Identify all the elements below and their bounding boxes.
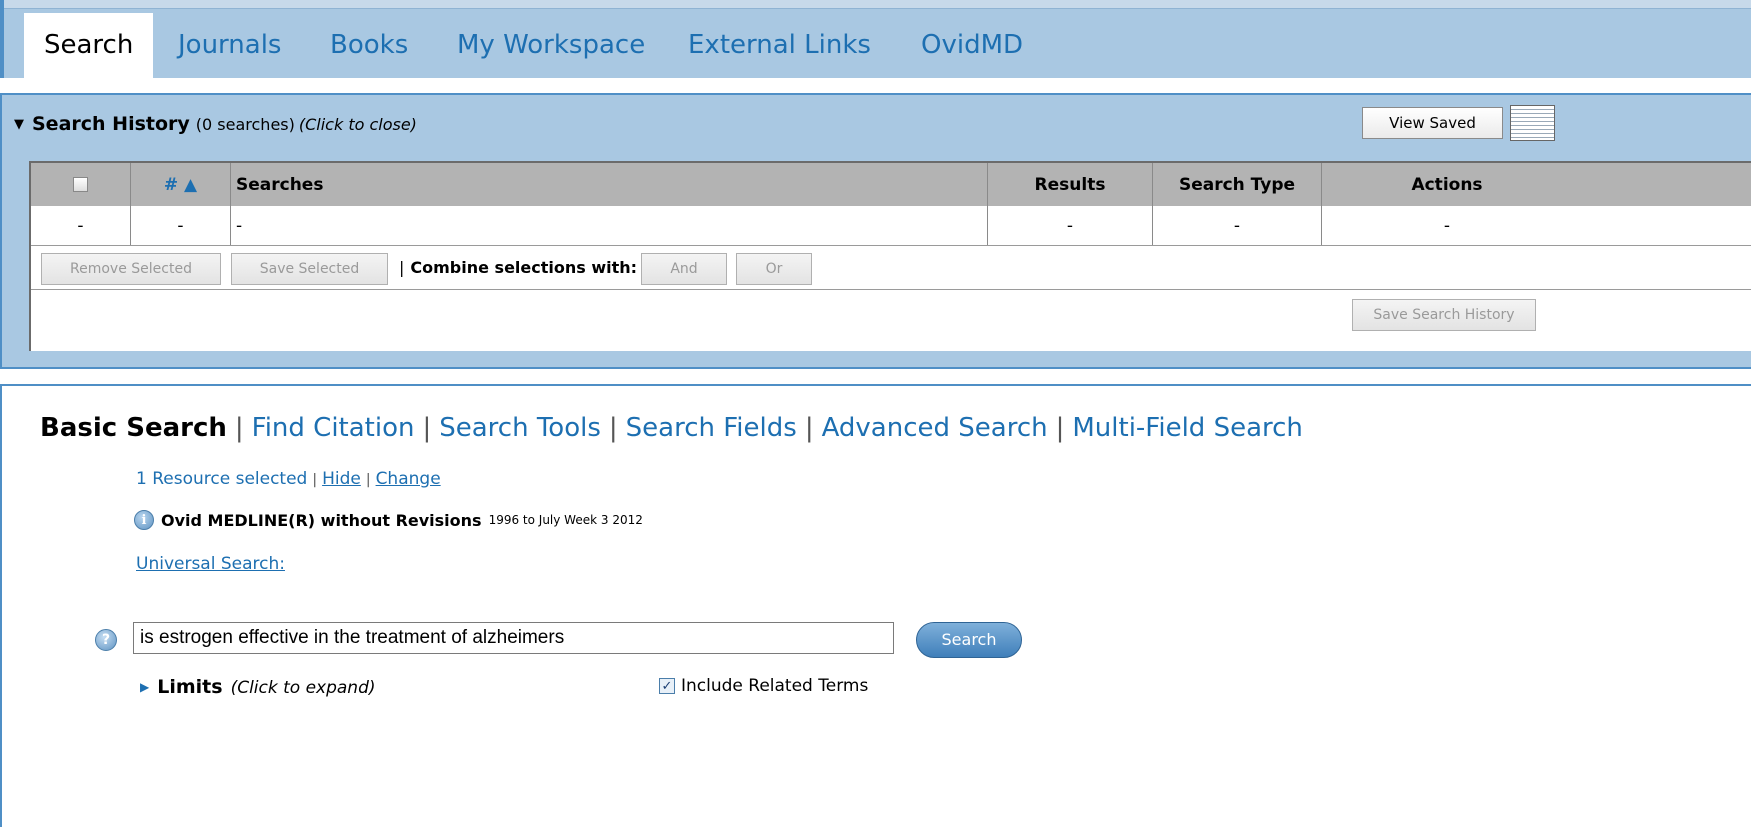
- mode-advanced-search[interactable]: Advanced Search: [822, 413, 1048, 443]
- hide-resources-link[interactable]: Hide: [322, 469, 361, 489]
- include-related-terms-label: Include Related Terms: [681, 676, 869, 696]
- remove-selected-button[interactable]: Remove Selected: [41, 253, 221, 285]
- row-searches-cell: -: [236, 215, 243, 236]
- sort-number-header[interactable]: # ▲: [131, 163, 230, 206]
- search-history-hint: (Click to close): [298, 115, 417, 134]
- sort-number-label[interactable]: # ▲: [164, 175, 197, 195]
- save-selected-button[interactable]: Save Selected: [231, 253, 388, 285]
- search-button[interactable]: Search: [916, 622, 1022, 658]
- search-history-count: (0 searches): [195, 115, 295, 134]
- table-header-row: # ▲ Searches Results Search Type Actions: [31, 163, 1751, 206]
- resource-selection-line: 1 Resource selected | Hide | Change: [136, 469, 441, 489]
- search-panel: Basic Search | Find Citation | Search Tools |…: [0, 384, 1751, 827]
- database-range: 1996 to July Week 3 2012: [488, 513, 643, 527]
- grid-view-icon[interactable]: [1510, 105, 1555, 141]
- mode-separator: |: [422, 413, 432, 443]
- search-history-title: Search History: [32, 113, 190, 135]
- combine-separator: |: [399, 258, 405, 277]
- search-history-panel: ▼ Search History (0 searches) (Click to clo…: [0, 93, 1751, 369]
- include-related-terms: ✓ Include Related Terms: [659, 676, 868, 696]
- limits-hint: (Click to expand): [230, 678, 376, 698]
- combine-label-text: Combine selections with:: [410, 258, 638, 277]
- combine-or-button[interactable]: Or: [736, 253, 812, 285]
- searches-header: Searches: [236, 174, 324, 195]
- include-related-terms-checkbox[interactable]: ✓: [659, 678, 675, 694]
- change-resources-link[interactable]: Change: [376, 469, 441, 489]
- mode-separator: |: [1055, 413, 1065, 443]
- limits-label: Limits: [157, 676, 223, 698]
- tab-my-workspace[interactable]: My Workspace: [457, 13, 645, 77]
- actions-header: Actions: [1411, 174, 1483, 195]
- search-history-table: # ▲ Searches Results Search Type Actions…: [29, 161, 1751, 351]
- info-icon[interactable]: i: [134, 510, 154, 530]
- select-all-cell: [31, 163, 130, 206]
- combine-and-button[interactable]: And: [641, 253, 727, 285]
- mode-basic-search[interactable]: Basic Search: [40, 413, 227, 443]
- resource-count: 1 Resource selected: [136, 469, 308, 489]
- top-tab-bar: Search Journals Books My Workspace Exter…: [0, 0, 1751, 78]
- mode-multi-field-search[interactable]: Multi-Field Search: [1072, 413, 1303, 443]
- limits-toggle[interactable]: ▶ Limits (Click to expand): [140, 676, 376, 698]
- view-saved-button[interactable]: View Saved: [1362, 107, 1503, 139]
- row-number-cell: -: [177, 215, 184, 236]
- results-header: Results: [1034, 174, 1106, 195]
- row-search-type-cell: -: [1233, 215, 1241, 236]
- row-actions-cell: -: [1443, 215, 1451, 236]
- help-icon[interactable]: ?: [95, 629, 117, 651]
- tab-books[interactable]: Books: [330, 13, 408, 77]
- search-input[interactable]: [133, 622, 894, 654]
- combine-selections-label: | Combine selections with:: [399, 253, 637, 283]
- tab-external-links[interactable]: External Links: [688, 13, 871, 77]
- mode-search-tools[interactable]: Search Tools: [439, 413, 601, 443]
- universal-search-link[interactable]: Universal Search:: [136, 554, 285, 574]
- database-line: i Ovid MEDLINE(R) without Revisions 1996…: [134, 510, 643, 530]
- database-name: Ovid MEDLINE(R) without Revisions: [161, 510, 482, 530]
- row-checkbox-cell: -: [77, 215, 84, 236]
- triangle-down-icon: ▼: [14, 117, 24, 132]
- table-row: - - - - - -: [31, 206, 1751, 246]
- mode-separator: |: [804, 413, 814, 443]
- search-mode-nav: Basic Search | Find Citation | Search Tools |…: [40, 410, 1303, 446]
- mode-separator: |: [608, 413, 618, 443]
- resource-separator: |: [312, 472, 318, 488]
- triangle-right-icon: ▶: [140, 680, 150, 694]
- tab-search[interactable]: Search: [24, 13, 154, 78]
- save-search-history-button[interactable]: Save Search History: [1352, 299, 1536, 331]
- search-type-header: Search Type: [1178, 174, 1296, 195]
- tab-ovidmd[interactable]: OvidMD: [921, 13, 1023, 77]
- mode-search-fields[interactable]: Search Fields: [626, 413, 797, 443]
- row-results-cell: -: [1066, 215, 1074, 236]
- save-history-row: Save Search History: [31, 290, 1751, 351]
- mode-find-citation[interactable]: Find Citation: [252, 413, 415, 443]
- history-actions-row: Remove Selected Save Selected | Combine s…: [31, 246, 1751, 290]
- select-all-checkbox[interactable]: [73, 177, 88, 192]
- tab-journals[interactable]: Journals: [178, 13, 281, 77]
- mode-separator: |: [234, 413, 244, 443]
- resource-separator: |: [365, 472, 371, 488]
- search-history-toggle[interactable]: ▼ Search History (0 searches) (Click to clo…: [14, 109, 417, 139]
